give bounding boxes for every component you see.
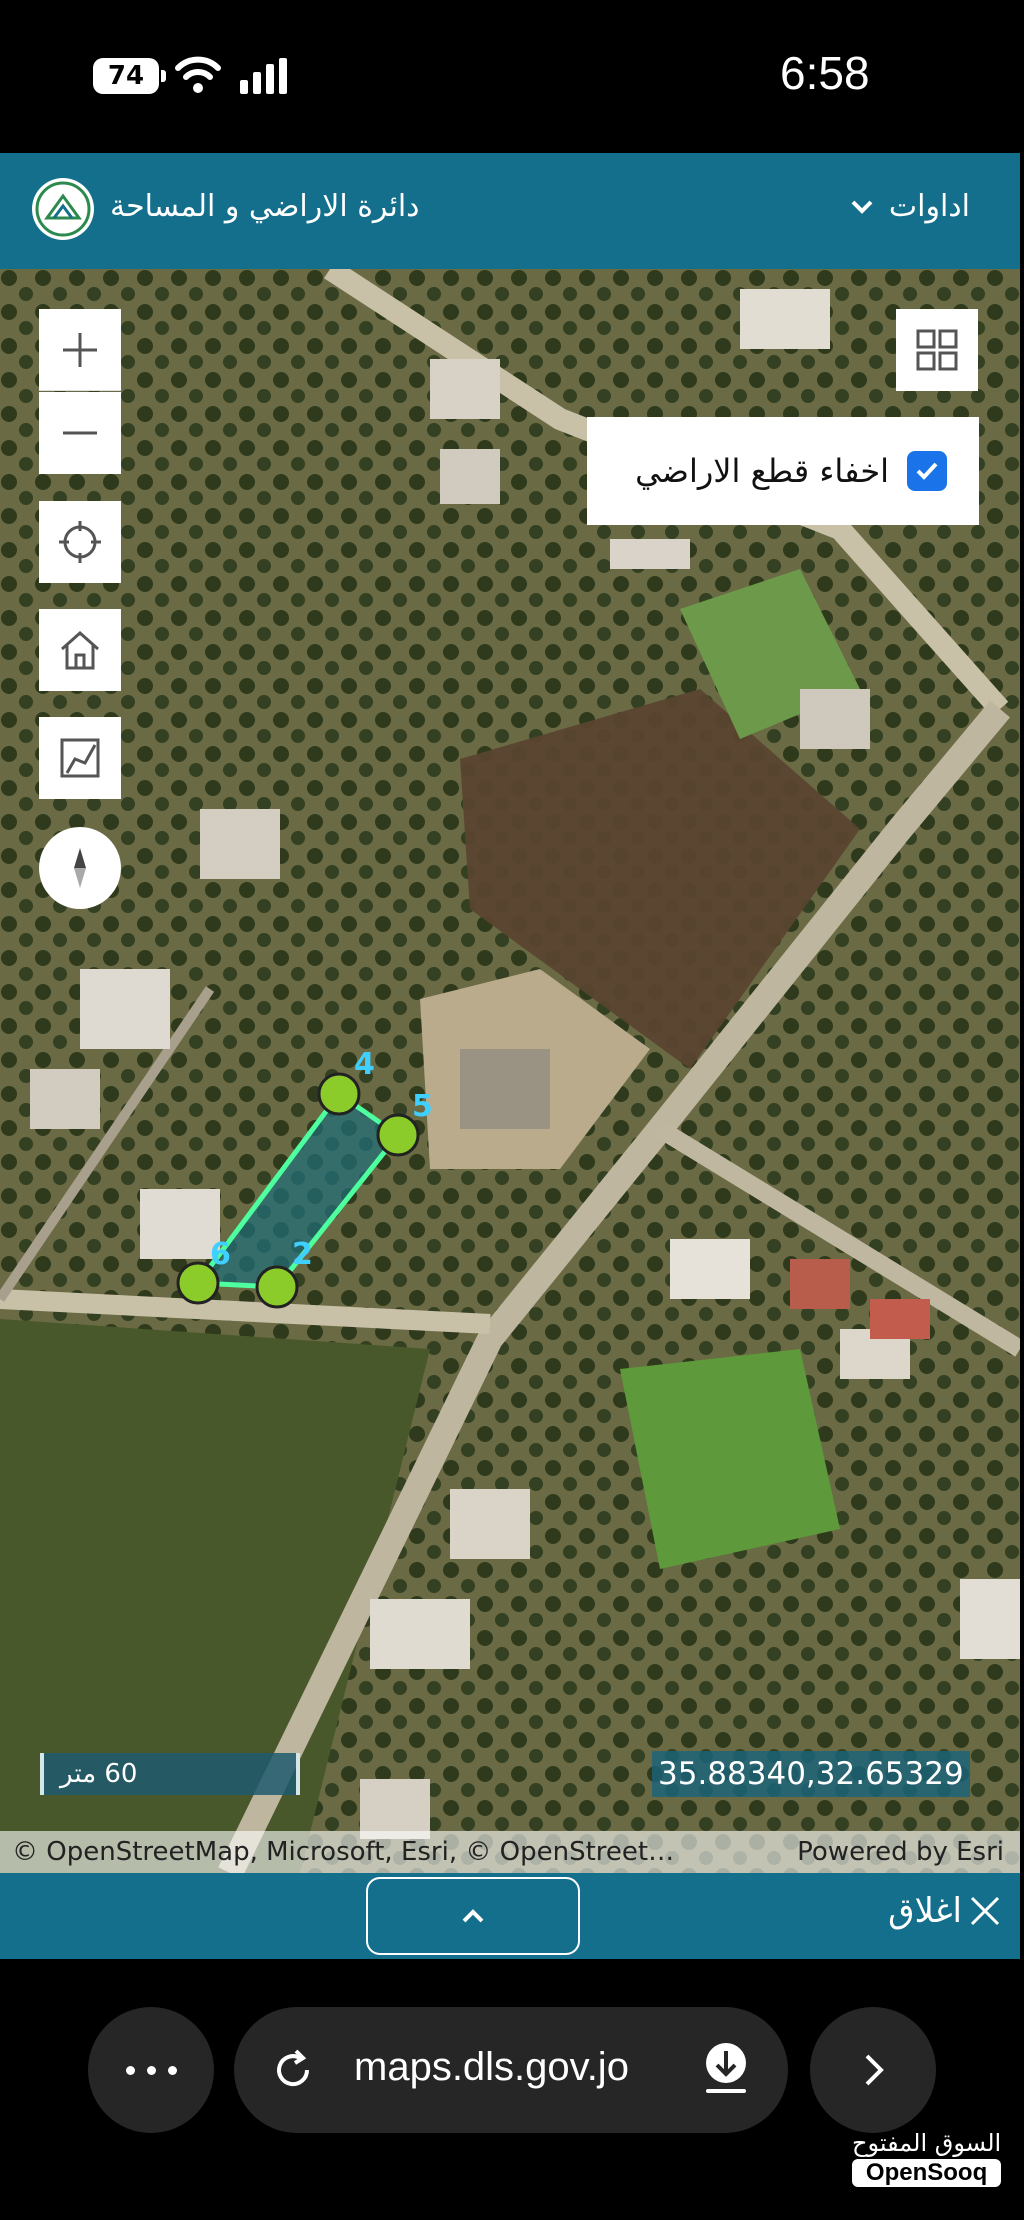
download-icon[interactable] xyxy=(700,2041,752,2097)
scale-bar: 60 متر xyxy=(40,1753,300,1795)
battery-indicator: 74 xyxy=(93,58,166,94)
forward-button[interactable] xyxy=(810,2007,936,2133)
department-title: دائرة الاراضي و المساحة xyxy=(110,189,420,224)
hide-parcels-label: اخفاء قطع الاراضي xyxy=(635,452,889,490)
tools-menu-label: اداوات xyxy=(888,189,970,224)
measure-icon xyxy=(60,738,100,778)
signal-icon xyxy=(240,58,287,94)
map-attribution: © OpenStreetMap, Microsoft, Esri, © Open… xyxy=(0,1831,1020,1873)
compass-button[interactable] xyxy=(39,827,121,909)
browser-toolbar: maps.dls.gov.jo السوق المفتوح OpenSooq xyxy=(0,1959,1024,2220)
clock: 6:58 xyxy=(780,47,870,99)
powered-by-esri[interactable]: Powered by Esri xyxy=(797,1831,1004,1873)
opensooq-watermark: السوق المفتوح OpenSooq xyxy=(852,2129,1002,2187)
parcel-vertex-label: 5 xyxy=(412,1089,433,1124)
bottom-panel: اغلاق xyxy=(0,1873,1020,1959)
wifi-icon xyxy=(175,56,221,93)
status-bar: 74 6:58 xyxy=(0,0,1024,153)
attribution-text: © OpenStreetMap, Microsoft, Esri, © Open… xyxy=(12,1837,675,1867)
home-button[interactable] xyxy=(39,609,121,691)
crosshair-icon xyxy=(59,521,101,563)
parcel-vertex-label: 4 xyxy=(354,1047,375,1082)
chevron-down-icon xyxy=(851,200,873,214)
plus-icon xyxy=(63,332,97,367)
map-view[interactable]: 4 5 6 2 اخفاء قطع الاراضي 60 متر 35.8834… xyxy=(0,269,1020,1873)
layers-grid-icon xyxy=(916,329,958,371)
address-bar[interactable]: maps.dls.gov.jo xyxy=(234,2007,788,2133)
watermark-arabic: السوق المفتوح xyxy=(852,2129,1002,2157)
measure-button[interactable] xyxy=(39,717,121,799)
dot-icon xyxy=(167,2065,177,2075)
zoom-in-button[interactable] xyxy=(39,309,121,391)
parcel-vertex-label: 6 xyxy=(210,1237,231,1272)
close-button[interactable]: اغلاق xyxy=(888,1891,1002,1931)
compass-icon xyxy=(74,848,86,888)
hide-parcels-toggle[interactable]: اخفاء قطع الاراضي xyxy=(587,417,979,525)
zoom-out-button[interactable] xyxy=(39,392,121,474)
parcel-vertex-label: 2 xyxy=(292,1237,313,1272)
department-logo xyxy=(32,178,94,240)
close-icon xyxy=(970,1896,1000,1926)
app-header: دائرة الاراضي و المساحة اداوات xyxy=(0,153,1020,269)
close-label: اغلاق xyxy=(888,1891,962,1931)
coordinate-readout: 35.88340,32.65329 xyxy=(652,1751,970,1797)
home-icon xyxy=(61,630,99,670)
expand-panel-button[interactable] xyxy=(366,1877,580,1955)
dot-icon xyxy=(125,2065,135,2075)
checkmark-icon xyxy=(916,462,938,480)
chevron-right-icon xyxy=(865,2054,884,2086)
minus-icon xyxy=(63,431,97,435)
phone-screen: 74 6:58 دائرة الاراضي و المساحة اداوات 4… xyxy=(0,0,1024,2220)
chevron-up-icon xyxy=(462,1909,484,1923)
watermark-latin: OpenSooq xyxy=(852,2159,1002,2187)
dot-icon xyxy=(146,2065,156,2075)
reload-icon[interactable] xyxy=(270,2047,316,2093)
locate-button[interactable] xyxy=(39,501,121,583)
more-options-button[interactable] xyxy=(88,2007,214,2133)
tools-menu[interactable]: اداوات xyxy=(849,189,970,224)
hide-parcels-checkbox[interactable] xyxy=(907,451,947,491)
layers-button[interactable] xyxy=(896,309,978,391)
url-text: maps.dls.gov.jo xyxy=(354,2045,629,2089)
